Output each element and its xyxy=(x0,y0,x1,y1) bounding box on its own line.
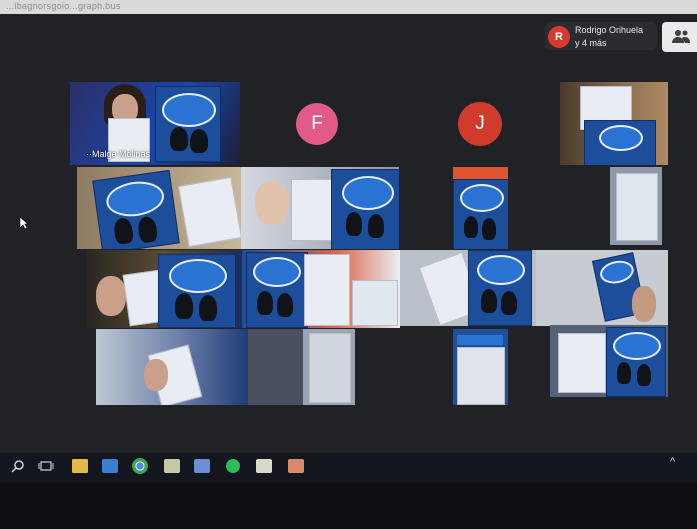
video-tile-r1c3[interactable] xyxy=(610,167,662,245)
video-tile-r1c2[interactable] xyxy=(453,167,508,249)
video-tile-r2c1[interactable] xyxy=(242,250,400,328)
url-fragment: ...ibagnorsgoio...graph.bus xyxy=(6,1,121,11)
video-tile-r2c0[interactable] xyxy=(86,250,242,328)
avatar-j: J xyxy=(458,102,502,146)
book-cover xyxy=(155,86,221,162)
store-icon[interactable] xyxy=(102,459,118,473)
chrome-icon[interactable] xyxy=(132,458,148,474)
video-tile-r2c3[interactable] xyxy=(536,250,668,326)
tile-name-label: Malge Molinas xyxy=(92,149,151,159)
people-button[interactable] xyxy=(662,22,697,52)
mouse-cursor-icon xyxy=(19,216,29,230)
app-icon[interactable] xyxy=(164,459,180,473)
video-tile-f[interactable]: F xyxy=(242,82,398,165)
video-tile-r2c2[interactable] xyxy=(400,250,536,326)
app-icon[interactable] xyxy=(288,459,304,473)
people-icon xyxy=(672,30,690,43)
monitor-bezel-bottom xyxy=(0,483,697,529)
browser-top-bar: ...ibagnorsgoio...graph.bus xyxy=(0,0,697,14)
app-icon[interactable] xyxy=(256,459,272,473)
video-tile-r3c0[interactable] xyxy=(96,329,248,405)
video-tile-r3c1[interactable] xyxy=(248,329,303,405)
participant-avatar: R xyxy=(548,26,570,48)
participant-name: Rodrigo Orihuela xyxy=(575,25,644,35)
video-tile-malge[interactable]: Malge Molinas ··· xyxy=(70,82,240,165)
task-view-icon[interactable] xyxy=(38,459,54,473)
video-tile-r3c4[interactable] xyxy=(550,325,668,397)
tray-expand-icon[interactable]: ^ xyxy=(670,456,675,468)
video-tile-r0c3[interactable] xyxy=(560,82,668,165)
video-tile-r1c0[interactable] xyxy=(77,167,241,249)
participant-more-count: y 4 más xyxy=(575,38,607,48)
video-tile-r3c2[interactable] xyxy=(303,329,355,405)
file-explorer-icon[interactable] xyxy=(72,459,88,473)
avatar-f: F xyxy=(296,103,338,145)
video-tile-j[interactable]: J xyxy=(400,82,560,165)
search-icon[interactable] xyxy=(10,459,26,473)
video-tile-r1c1[interactable] xyxy=(241,167,399,249)
more-options-icon[interactable]: ··· xyxy=(86,149,95,159)
app-icon[interactable] xyxy=(194,459,210,473)
spotify-icon[interactable] xyxy=(226,459,240,473)
video-tile-r3c3[interactable] xyxy=(453,329,508,405)
